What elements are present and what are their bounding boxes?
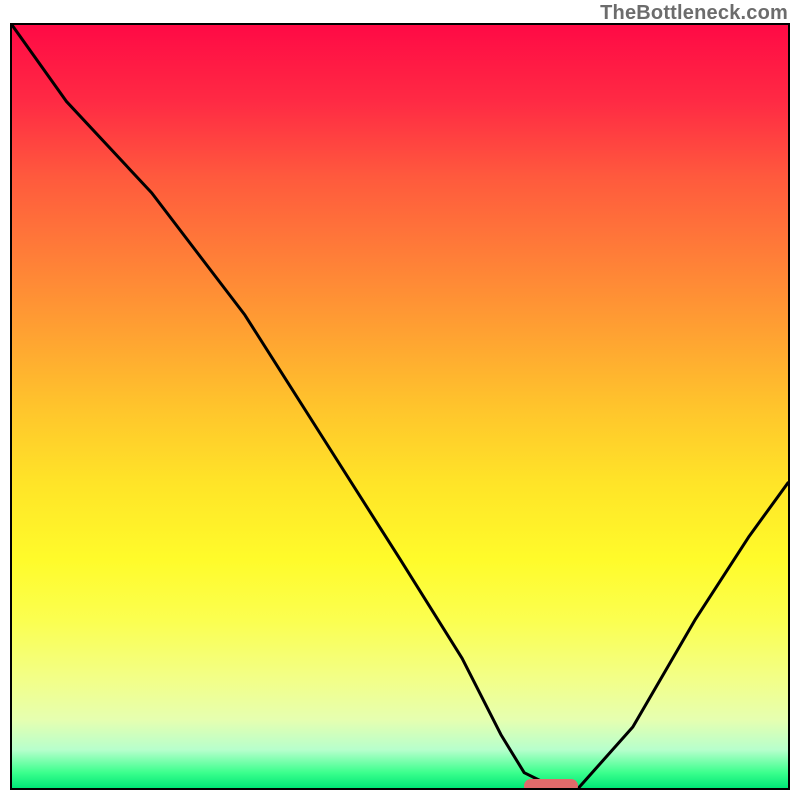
bottleneck-curve: [12, 25, 788, 788]
optimal-marker: [524, 779, 578, 790]
watermark-text: TheBottleneck.com: [600, 2, 788, 25]
chart-frame: [10, 23, 790, 790]
curve-svg: [12, 25, 788, 788]
